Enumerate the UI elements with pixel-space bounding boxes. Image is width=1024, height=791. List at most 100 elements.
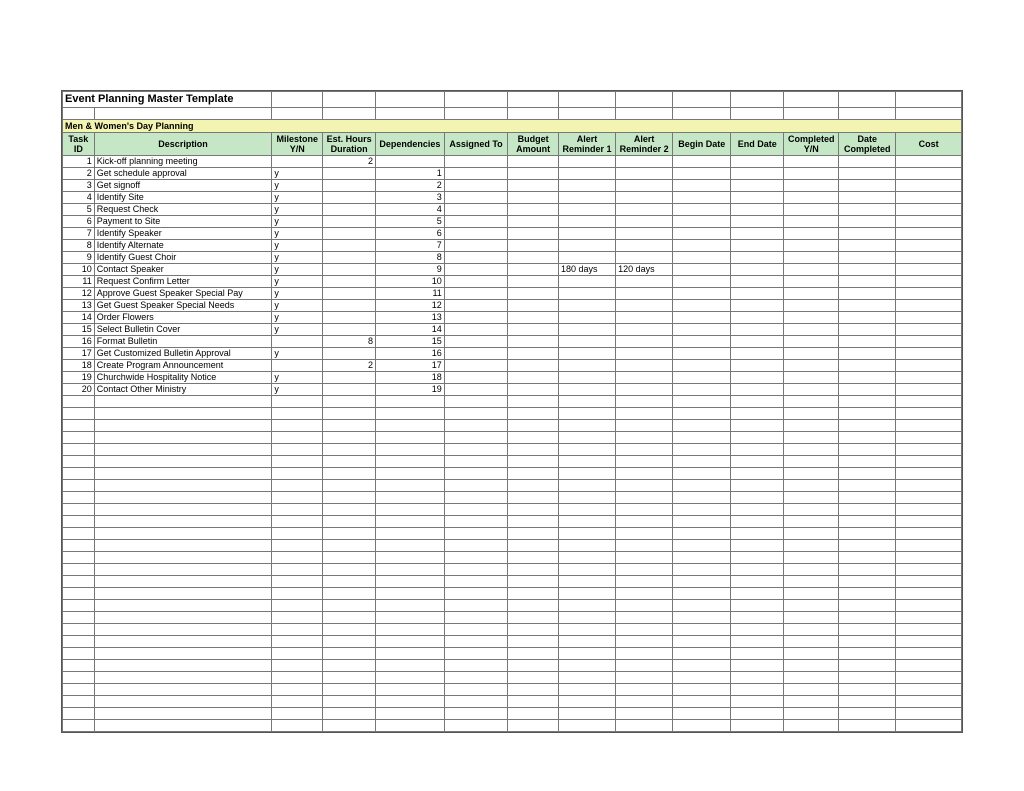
empty-cell[interactable] — [63, 636, 95, 648]
cell-dep[interactable]: 16 — [376, 348, 445, 360]
table-row[interactable] — [63, 576, 962, 588]
empty-cell[interactable] — [896, 408, 962, 420]
cell-r1[interactable] — [559, 228, 616, 240]
cell-dep[interactable]: 6 — [376, 228, 445, 240]
cell-desc[interactable]: Approve Guest Speaker Special Pay — [94, 288, 272, 300]
cell-asg[interactable] — [444, 156, 507, 168]
empty-cell[interactable] — [673, 648, 731, 660]
empty-cell[interactable] — [444, 720, 507, 732]
empty-cell[interactable] — [784, 576, 839, 588]
cell-bd[interactable] — [673, 168, 731, 180]
empty-cell[interactable] — [272, 408, 323, 420]
cell-dep[interactable]: 5 — [376, 216, 445, 228]
cell-cp[interactable] — [784, 156, 839, 168]
empty-cell[interactable] — [444, 708, 507, 720]
cell-bd[interactable] — [673, 348, 731, 360]
empty-cell[interactable] — [559, 708, 616, 720]
empty-cell[interactable] — [323, 528, 376, 540]
empty-cell[interactable] — [896, 600, 962, 612]
cell-bud[interactable] — [508, 228, 559, 240]
cell-r2[interactable] — [616, 360, 673, 372]
cell-bud[interactable] — [508, 300, 559, 312]
cell-ed[interactable] — [731, 156, 784, 168]
cell-id[interactable]: 4 — [63, 192, 95, 204]
empty-cell[interactable] — [323, 564, 376, 576]
cell-dc[interactable] — [839, 360, 896, 372]
empty-cell[interactable] — [616, 660, 673, 672]
table-row[interactable]: 17Get Customized Bulletin Approvaly16 — [63, 348, 962, 360]
empty-cell[interactable] — [323, 408, 376, 420]
cell-dc[interactable] — [839, 252, 896, 264]
cell-ed[interactable] — [731, 372, 784, 384]
empty-cell[interactable] — [839, 696, 896, 708]
empty-cell[interactable] — [323, 576, 376, 588]
empty-cell[interactable] — [376, 492, 445, 504]
cell-asg[interactable] — [444, 288, 507, 300]
cell-ed[interactable] — [731, 348, 784, 360]
cell-bd[interactable] — [673, 372, 731, 384]
empty-cell[interactable] — [839, 444, 896, 456]
table-row[interactable]: 1Kick-off planning meeting2 — [63, 156, 962, 168]
empty-cell[interactable] — [784, 432, 839, 444]
empty-cell[interactable] — [272, 696, 323, 708]
empty-cell[interactable] — [673, 564, 731, 576]
cell-bud[interactable] — [508, 336, 559, 348]
empty-cell[interactable] — [323, 636, 376, 648]
empty-cell[interactable] — [896, 720, 962, 732]
empty-cell[interactable] — [444, 408, 507, 420]
cell-cp[interactable] — [784, 300, 839, 312]
cell-cost[interactable] — [896, 204, 962, 216]
empty-cell[interactable] — [559, 552, 616, 564]
cell-r1[interactable] — [559, 372, 616, 384]
cell-desc[interactable]: Kick-off planning meeting — [94, 156, 272, 168]
empty-cell[interactable] — [896, 552, 962, 564]
empty-cell[interactable] — [839, 552, 896, 564]
empty-cell[interactable] — [896, 540, 962, 552]
cell-r2[interactable] — [616, 252, 673, 264]
cell-id[interactable]: 7 — [63, 228, 95, 240]
empty-cell[interactable] — [673, 396, 731, 408]
empty-cell[interactable] — [731, 684, 784, 696]
empty-cell[interactable] — [896, 516, 962, 528]
cell-bud[interactable] — [508, 240, 559, 252]
empty-cell[interactable] — [508, 636, 559, 648]
table-row[interactable]: 10Contact Speakery9180 days120 days — [63, 264, 962, 276]
cell-desc[interactable]: Get schedule approval — [94, 168, 272, 180]
empty-cell[interactable] — [731, 408, 784, 420]
cell-bd[interactable] — [673, 228, 731, 240]
cell-cost[interactable] — [896, 324, 962, 336]
cell-dc[interactable] — [839, 348, 896, 360]
cell-r2[interactable] — [616, 168, 673, 180]
empty-cell[interactable] — [673, 612, 731, 624]
cell-r2[interactable] — [616, 300, 673, 312]
empty-cell[interactable] — [63, 696, 95, 708]
cell-bd[interactable] — [673, 252, 731, 264]
cell-desc[interactable]: Get signoff — [94, 180, 272, 192]
empty-cell[interactable] — [444, 552, 507, 564]
empty-cell[interactable] — [323, 612, 376, 624]
cell-bud[interactable] — [508, 288, 559, 300]
empty-cell[interactable] — [63, 612, 95, 624]
empty-cell[interactable] — [559, 660, 616, 672]
cell-dc[interactable] — [839, 312, 896, 324]
cell-asg[interactable] — [444, 348, 507, 360]
cell-ms[interactable]: y — [272, 240, 323, 252]
cell-dc[interactable] — [839, 276, 896, 288]
empty-cell[interactable] — [673, 636, 731, 648]
empty-cell[interactable] — [559, 636, 616, 648]
empty-cell[interactable] — [94, 636, 272, 648]
empty-cell[interactable] — [376, 516, 445, 528]
empty-cell[interactable] — [616, 492, 673, 504]
cell-id[interactable]: 5 — [63, 204, 95, 216]
empty-cell[interactable] — [323, 696, 376, 708]
empty-cell[interactable] — [616, 708, 673, 720]
empty-cell[interactable] — [94, 696, 272, 708]
empty-cell[interactable] — [94, 588, 272, 600]
cell-dc[interactable] — [839, 264, 896, 276]
empty-cell[interactable] — [896, 684, 962, 696]
table-row[interactable] — [63, 408, 962, 420]
cell-cp[interactable] — [784, 168, 839, 180]
cell-bud[interactable] — [508, 348, 559, 360]
empty-cell[interactable] — [673, 696, 731, 708]
empty-cell[interactable] — [896, 504, 962, 516]
